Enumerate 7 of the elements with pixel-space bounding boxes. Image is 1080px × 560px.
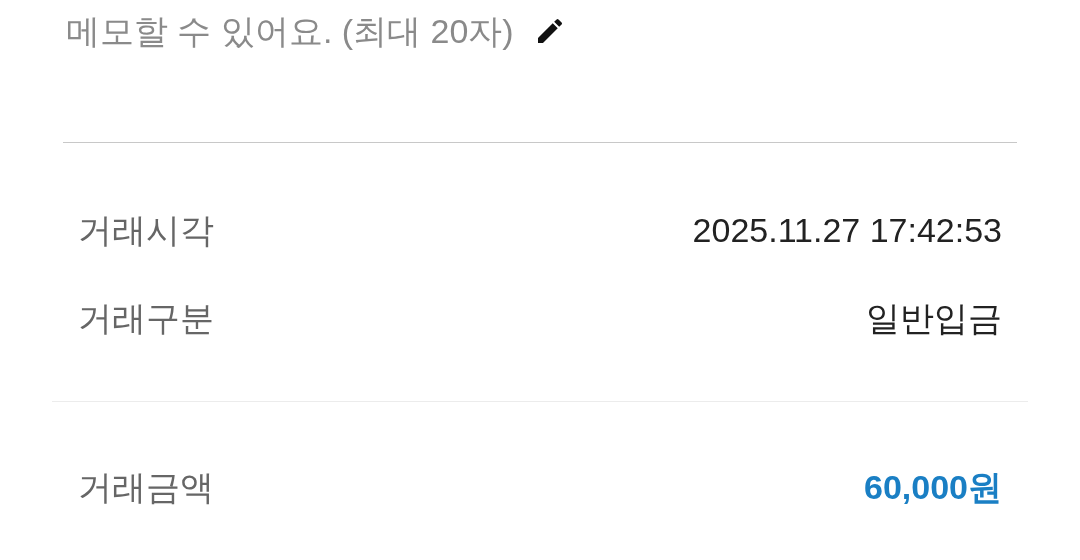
memo-text[interactable]: 메모할 수 있어요. (최대 20자) xyxy=(66,14,514,48)
row-value: 60,000원 xyxy=(864,466,1002,508)
row-label: 거래구분 xyxy=(78,297,214,339)
row-value: 일반입금 xyxy=(866,297,1002,339)
row-value: 2025.11.27 17:42:53 xyxy=(692,209,1002,251)
row-label: 거래금액 xyxy=(78,466,214,508)
row-label: 거래시각 xyxy=(78,209,214,251)
